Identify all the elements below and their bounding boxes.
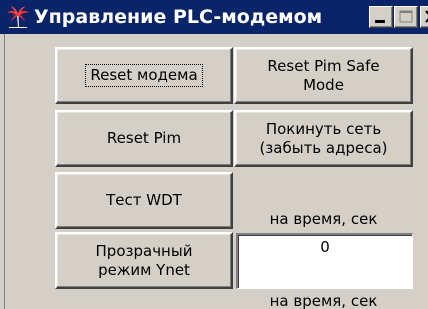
palm-tree-icon — [6, 5, 30, 29]
window-title: Управление PLC-модемом — [34, 6, 323, 28]
reset-modem-button[interactable]: Reset модема — [55, 47, 233, 104]
test-wdt-button[interactable]: Тест WDT — [55, 172, 233, 229]
test-wdt-label: Тест WDT — [106, 191, 182, 209]
leave-network-button[interactable]: Покинуть сеть (забыть адреса) — [234, 110, 413, 167]
close-icon — [425, 10, 428, 23]
time-seconds-input[interactable]: 0 — [236, 233, 413, 289]
reset-modem-label: Reset модема — [85, 64, 203, 87]
title-bar[interactable]: Управление PLC-модемом — [0, 0, 428, 34]
minimize-button[interactable] — [369, 6, 393, 28]
transparent-mode-ynet-button[interactable]: Прозрачный режим Ynet — [55, 232, 233, 289]
minimize-icon — [375, 20, 385, 23]
transparent-mode-ynet-label: Прозрачный режим Ynet — [95, 241, 193, 279]
reset-pim-label: Reset Pim — [106, 129, 182, 147]
maximize-button[interactable] — [394, 6, 418, 28]
window-left-border — [0, 34, 5, 309]
reset-pim-safe-mode-label: Reset Pim Safe Mode — [267, 56, 380, 94]
time-seconds-label: на время, сек — [269, 210, 378, 228]
maximize-icon — [399, 10, 413, 23]
time-seconds-label-2: на время, сек — [269, 292, 378, 309]
reset-pim-button[interactable]: Reset Pim — [55, 110, 233, 167]
close-button[interactable] — [420, 6, 428, 28]
leave-network-label: Покинуть сеть (забыть адреса) — [259, 119, 388, 157]
plc-modem-control-window: Управление PLC-модемом Reset модема Rese… — [0, 0, 428, 309]
reset-pim-safe-mode-button[interactable]: Reset Pim Safe Mode — [234, 47, 413, 104]
